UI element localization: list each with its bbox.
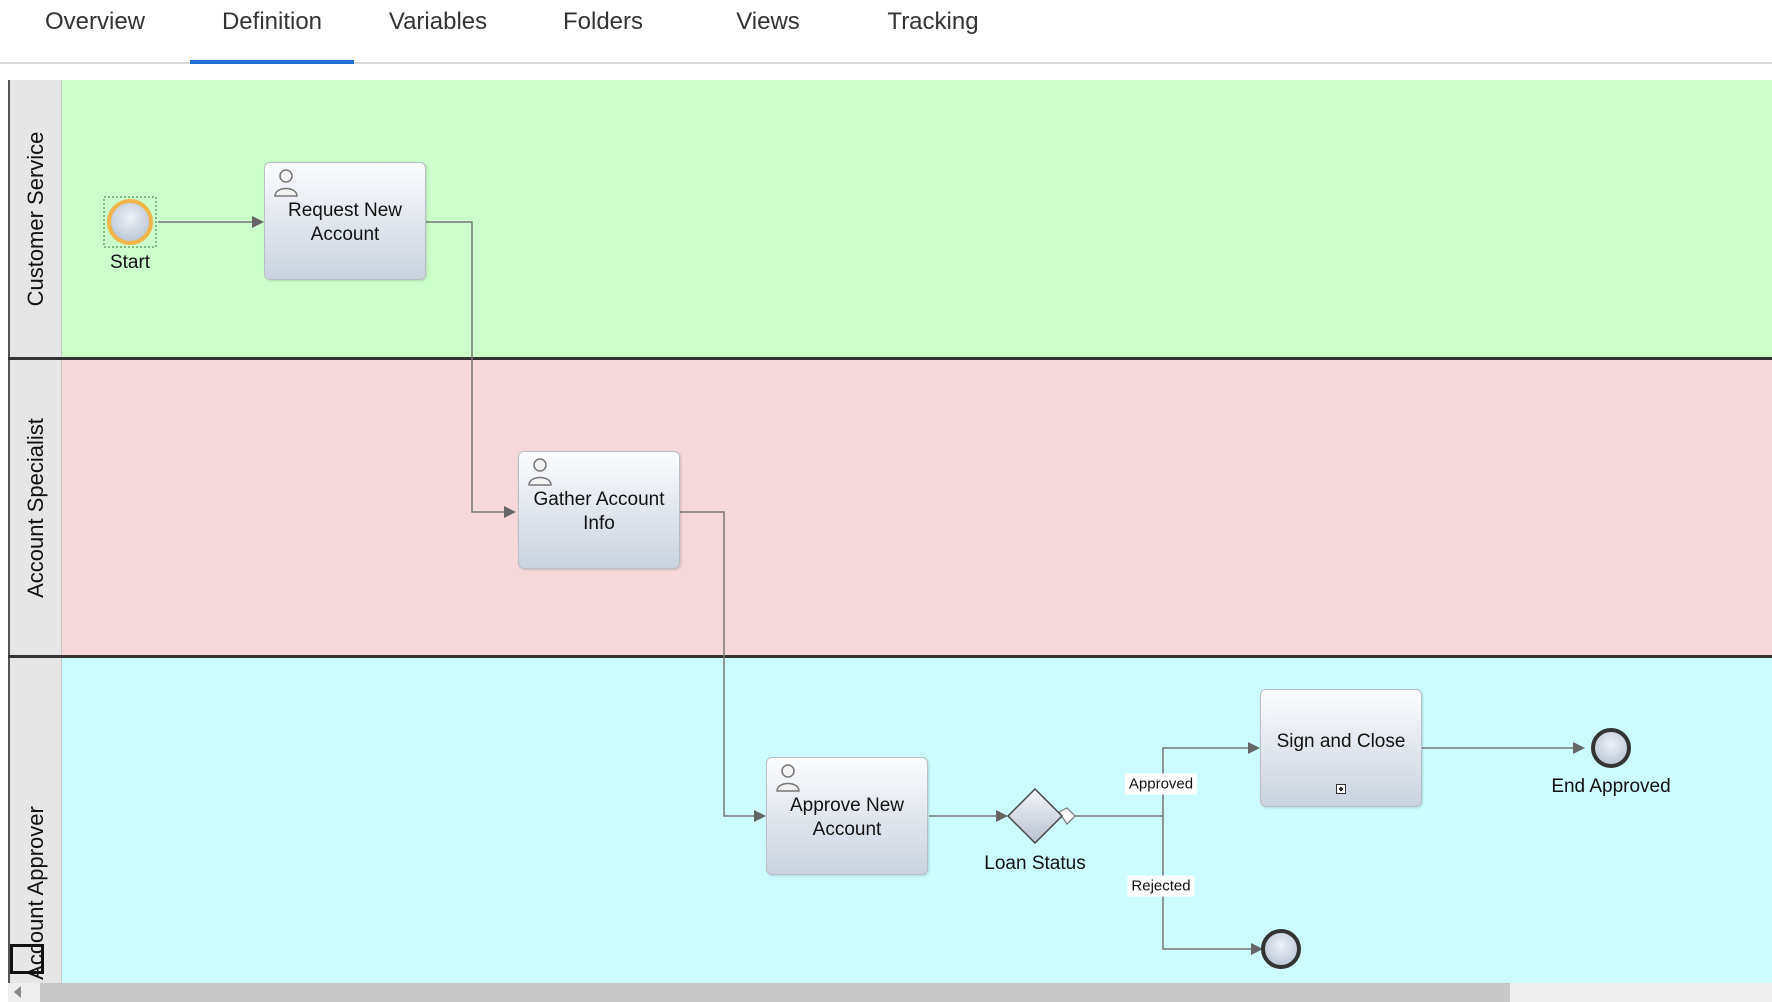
gateway-label: Loan Status <box>984 853 1086 874</box>
flow-request-to-gather[interactable] <box>425 221 516 518</box>
tab-bar: Overview Definition Variables Folders Vi… <box>0 0 1772 64</box>
scroll-left-arrow-icon[interactable] <box>14 986 21 998</box>
tab-folders[interactable]: Folders <box>535 0 671 64</box>
edge-label-approved: Approved <box>1124 773 1198 795</box>
edge-label-rejected: Rejected <box>1127 875 1195 897</box>
task-approve-new-account[interactable]: Approve New Account <box>766 757 928 875</box>
task-gather-account-info[interactable]: Gather Account Info <box>518 451 680 569</box>
tab-views[interactable]: Views <box>700 0 836 64</box>
end-event-approved-icon[interactable] <box>1591 728 1631 768</box>
start-event-icon[interactable] <box>107 199 153 245</box>
task-label: Gather Account Info <box>533 489 665 534</box>
task-label: Sign and Close <box>1276 731 1406 752</box>
scrollbar-thumb[interactable] <box>40 983 1510 1002</box>
task-label: Approve New Account <box>789 795 905 840</box>
horizontal-scrollbar[interactable] <box>8 983 1772 1002</box>
user-icon <box>274 169 298 197</box>
tab-definition[interactable]: Definition <box>190 0 354 64</box>
overview-toggle-box[interactable] <box>10 944 44 974</box>
tab-tracking[interactable]: Tracking <box>862 0 1004 64</box>
subprocess-sign-and-close[interactable]: Sign and Close <box>1260 689 1422 807</box>
gateway-diamond-icon[interactable] <box>1006 787 1064 845</box>
subprocess-expand-icon[interactable] <box>1336 784 1346 794</box>
user-icon <box>776 764 800 792</box>
task-label: Request New Account <box>287 200 403 245</box>
user-icon <box>528 458 552 486</box>
process-diagram-canvas[interactable]: Customer Service Account Specialist Acco… <box>8 80 1772 985</box>
flow-gather-to-approve[interactable] <box>680 511 766 822</box>
tab-overview[interactable]: Overview <box>28 0 162 64</box>
end-event-rejected-icon[interactable] <box>1261 929 1301 969</box>
start-event-label: Start <box>109 252 151 273</box>
task-request-new-account[interactable]: Request New Account <box>264 162 426 280</box>
tab-variables[interactable]: Variables <box>368 0 508 64</box>
end-approved-label: End Approved <box>1551 776 1671 797</box>
